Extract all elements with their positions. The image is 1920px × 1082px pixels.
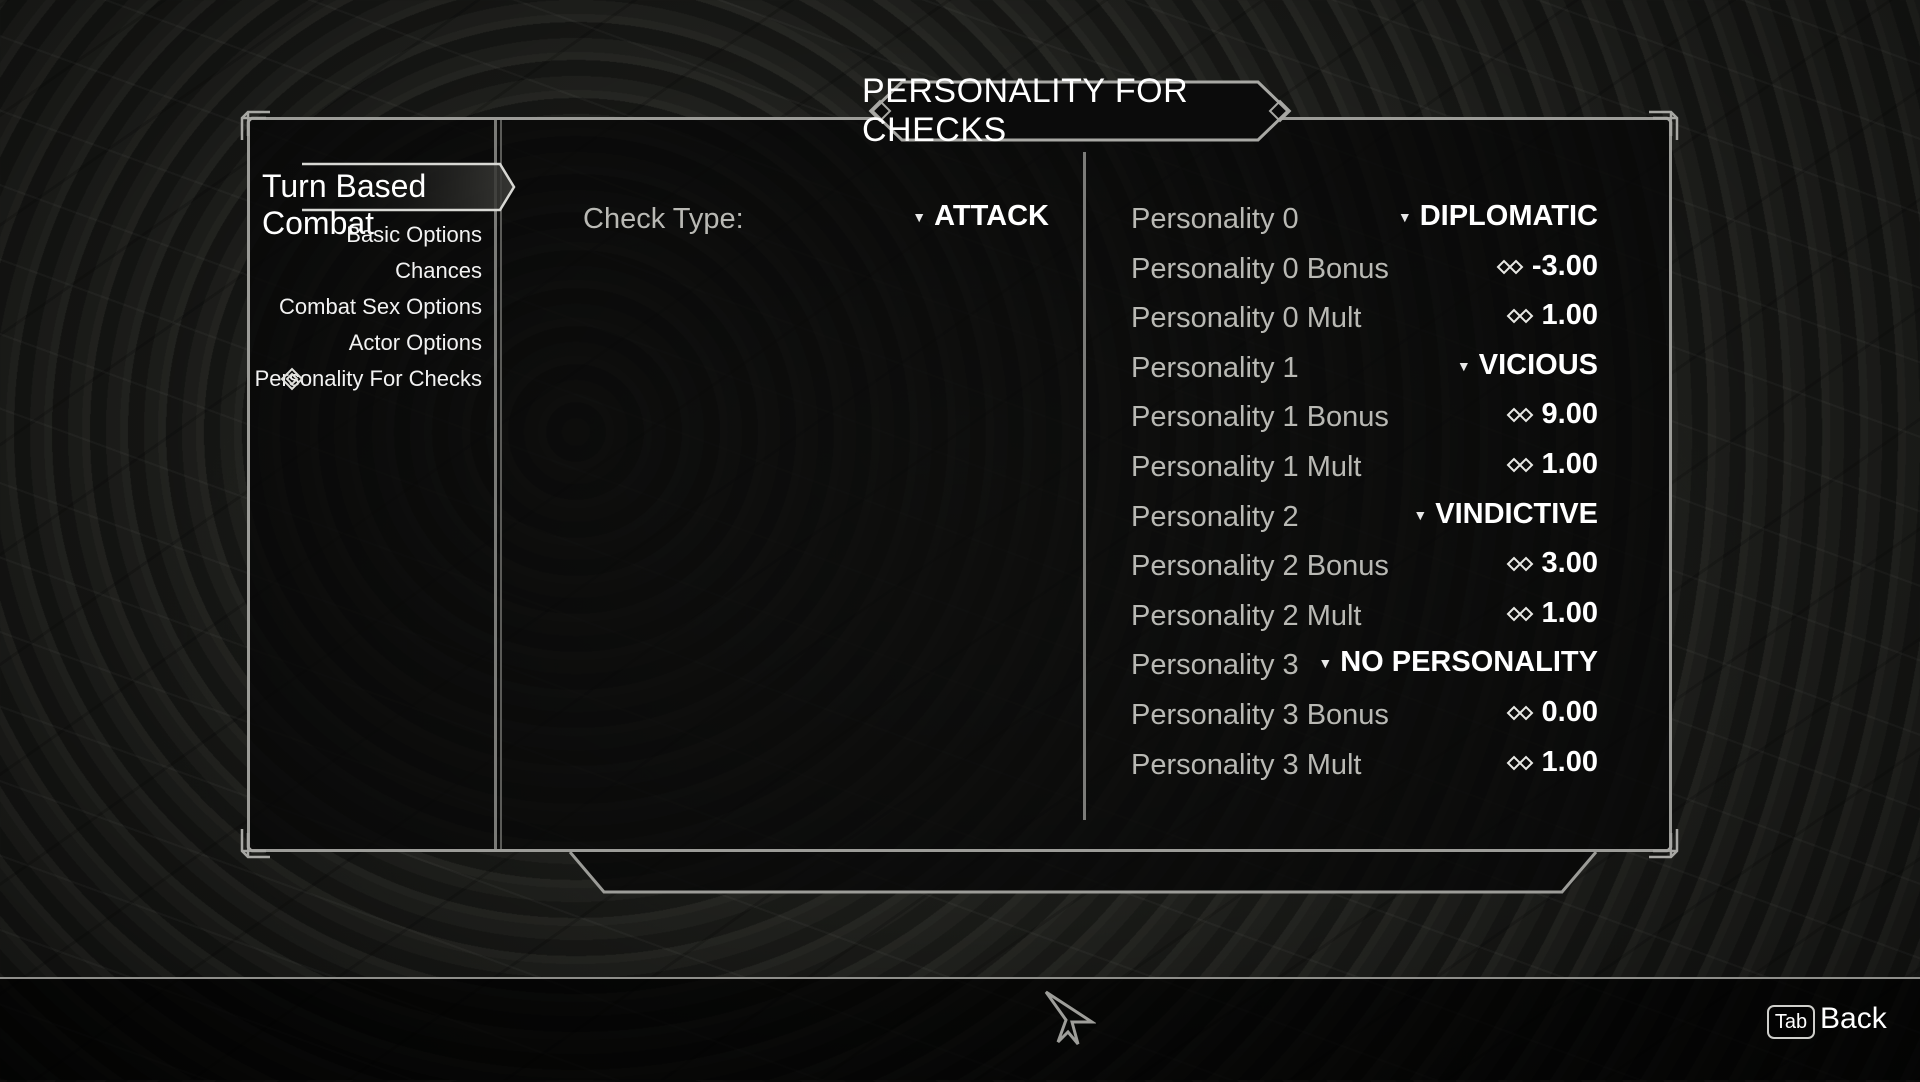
sidebar-item-combat-sex-options[interactable]: Combat Sex Options bbox=[279, 294, 482, 320]
option-slider[interactable]: 1.00 bbox=[1506, 299, 1598, 332]
option-value: 1.00 bbox=[1541, 746, 1598, 778]
back-button[interactable]: Back bbox=[1820, 1002, 1887, 1036]
option-dropdown[interactable]: ▼ VINDICTIVE bbox=[1413, 498, 1598, 531]
dropdown-arrow-icon: ▼ bbox=[1318, 654, 1333, 671]
mouse-cursor-icon bbox=[1044, 990, 1096, 1045]
option-slider[interactable]: 9.00 bbox=[1506, 398, 1598, 431]
slider-icon bbox=[1506, 407, 1533, 422]
slider-icon bbox=[1506, 556, 1533, 571]
bottom-bar bbox=[0, 977, 1920, 1082]
corner-ornament-icon bbox=[238, 108, 274, 144]
option-label: Personality 1 Mult bbox=[1131, 451, 1362, 483]
panel-bottom-tab bbox=[568, 852, 1598, 894]
option-dropdown[interactable]: ▼ NO PERSONALITY bbox=[1318, 646, 1598, 679]
option-label: Personality 2 bbox=[1131, 501, 1299, 533]
option-slider[interactable]: 1.00 bbox=[1506, 597, 1598, 630]
page-title: PERSONALITY FOR CHECKS bbox=[862, 72, 1189, 149]
option-dropdown[interactable]: ▼ DIPLOMATIC bbox=[1398, 200, 1598, 233]
option-label: Personality 3 bbox=[1131, 649, 1299, 681]
check-type-label: Check Type: bbox=[583, 203, 744, 235]
option-label: Personality 0 Bonus bbox=[1131, 253, 1389, 285]
option-slider[interactable]: 1.00 bbox=[1506, 746, 1598, 779]
option-label: Personality 2 Bonus bbox=[1131, 550, 1389, 582]
slider-icon bbox=[1496, 259, 1524, 274]
option-slider[interactable]: 1.00 bbox=[1506, 448, 1598, 481]
option-value: DIPLOMATIC bbox=[1419, 200, 1598, 232]
slider-icon bbox=[1506, 457, 1533, 472]
option-value: -3.00 bbox=[1531, 250, 1598, 282]
corner-ornament-icon bbox=[1645, 825, 1681, 861]
slider-icon bbox=[1506, 755, 1533, 770]
selected-item-icon bbox=[278, 365, 306, 393]
option-label: Personality 0 Mult bbox=[1131, 302, 1362, 334]
option-label: Personality 3 Mult bbox=[1131, 749, 1362, 781]
option-value: VICIOUS bbox=[1478, 349, 1598, 381]
dropdown-arrow-icon: ▼ bbox=[1397, 208, 1412, 225]
dropdown-arrow-icon: ▼ bbox=[1413, 506, 1428, 523]
column-divider bbox=[1083, 152, 1086, 820]
slider-icon bbox=[1506, 705, 1533, 720]
dropdown-arrow-icon: ▼ bbox=[912, 208, 927, 225]
option-label: Personality 1 bbox=[1131, 352, 1299, 384]
slider-icon bbox=[1506, 606, 1533, 621]
corner-ornament-icon bbox=[1645, 108, 1681, 144]
option-dropdown[interactable]: ▼ VICIOUS bbox=[1457, 349, 1598, 382]
mod-name-button[interactable]: Turn Based Combat bbox=[262, 162, 517, 241]
sidebar-item-basic-options[interactable]: Basic Options bbox=[346, 222, 482, 248]
slider-icon bbox=[1506, 308, 1533, 323]
check-type-dropdown[interactable]: ▼ ATTACK bbox=[912, 200, 1049, 233]
check-type-value: ATTACK bbox=[934, 200, 1049, 232]
option-value: 1.00 bbox=[1541, 597, 1598, 629]
corner-ornament-icon bbox=[238, 825, 274, 861]
option-value: VINDICTIVE bbox=[1435, 498, 1598, 530]
option-label: Personality 3 Bonus bbox=[1131, 699, 1389, 731]
option-label: Personality 1 Bonus bbox=[1131, 401, 1389, 433]
sidebar-item-chances[interactable]: Chances bbox=[395, 258, 482, 284]
dropdown-arrow-icon: ▼ bbox=[1456, 357, 1471, 374]
tab-key-icon: Tab bbox=[1767, 1005, 1815, 1039]
option-slider[interactable]: 0.00 bbox=[1506, 696, 1598, 729]
option-label: Personality 2 Mult bbox=[1131, 600, 1362, 632]
option-label: Personality 0 bbox=[1131, 203, 1299, 235]
option-value: 1.00 bbox=[1541, 448, 1598, 480]
option-value: 0.00 bbox=[1541, 696, 1598, 728]
sidebar-divider bbox=[494, 120, 502, 849]
option-value: 1.00 bbox=[1541, 299, 1598, 331]
sidebar-item-actor-options[interactable]: Actor Options bbox=[349, 330, 482, 356]
option-value: 3.00 bbox=[1541, 547, 1598, 579]
option-slider[interactable]: 3.00 bbox=[1506, 547, 1598, 580]
option-slider[interactable]: -3.00 bbox=[1496, 250, 1598, 283]
option-value: NO PERSONALITY bbox=[1340, 646, 1598, 678]
option-value: 9.00 bbox=[1541, 398, 1598, 430]
